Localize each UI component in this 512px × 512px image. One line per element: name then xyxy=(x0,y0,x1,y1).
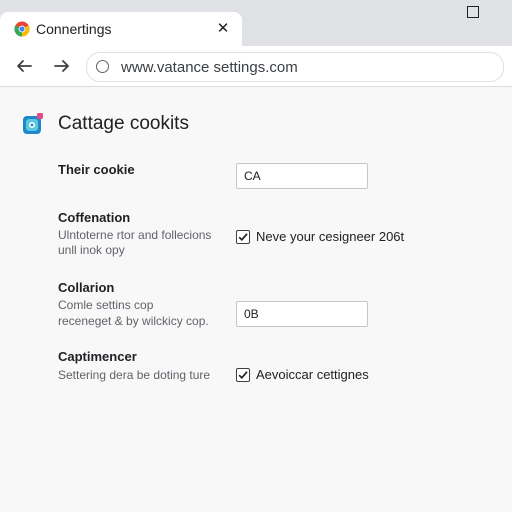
section-description: Comle settins cop xyxy=(58,298,154,312)
tab-close-icon[interactable]: ✕ xyxy=(214,20,232,38)
settings-page: Cattage cookits Their cookie CA Coffenat… xyxy=(0,87,512,512)
address-bar[interactable]: www.vatance settings.com xyxy=(86,52,504,82)
section-description: Settering dera be doting ture xyxy=(58,368,211,382)
cookie-input[interactable]: CA xyxy=(236,163,368,189)
forward-arrow-icon[interactable] xyxy=(50,54,74,78)
section-title: Captimencer xyxy=(58,349,137,364)
checkbox-label: Neve your cesigneer 206t xyxy=(256,229,405,244)
collarion-input[interactable]: 0B xyxy=(236,301,368,327)
back-arrow-icon[interactable] xyxy=(12,54,36,78)
settings-app-icon xyxy=(23,113,43,134)
section-description: receneget & by wilckicy cop. xyxy=(58,314,209,328)
checkbox[interactable] xyxy=(236,368,250,382)
cookie-input-value: CA xyxy=(244,169,261,183)
url-text[interactable]: www.vatance settings.com xyxy=(121,59,298,76)
tab-title: Connertings xyxy=(36,21,112,37)
maximize-icon[interactable] xyxy=(467,6,479,18)
site-info-icon[interactable] xyxy=(96,60,109,73)
browser-title-bar: Connertings ✕ xyxy=(0,0,512,46)
section-title: Coffenation xyxy=(58,210,131,225)
section-title: Their cookie xyxy=(58,162,135,177)
checkbox[interactable] xyxy=(236,230,250,244)
section-title: Collarion xyxy=(58,280,115,295)
checkmark-icon xyxy=(238,233,248,242)
chrome-icon xyxy=(14,21,30,37)
section-description: Ulntoterne rtor and follecions xyxy=(58,228,212,242)
section-description: unll inok opy xyxy=(58,243,125,257)
browser-toolbar: www.vatance settings.com xyxy=(0,46,512,87)
checkbox-label: Aevoiccar cettignes xyxy=(256,367,369,382)
page-title: Cattage cookits xyxy=(58,113,189,134)
browser-tab[interactable]: Connertings ✕ xyxy=(0,12,242,46)
collarion-input-value: 0B xyxy=(244,307,259,321)
checkmark-icon xyxy=(238,371,248,380)
